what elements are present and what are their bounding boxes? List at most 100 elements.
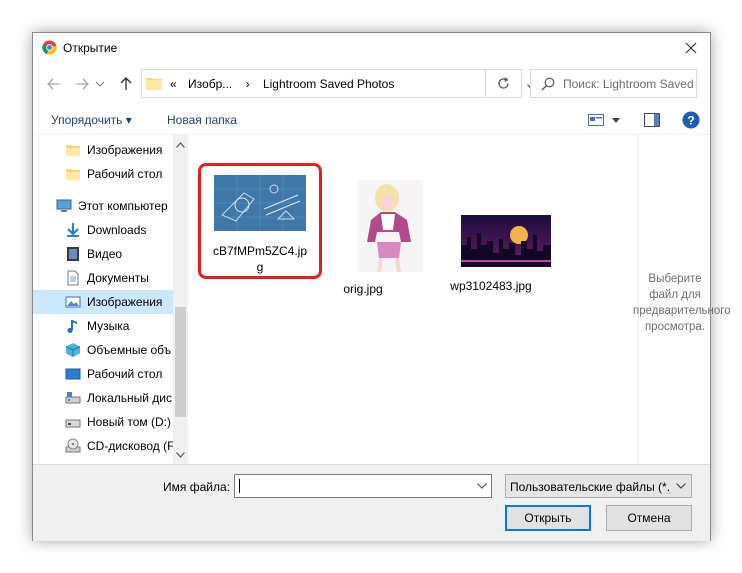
forward-button[interactable]: [71, 73, 93, 95]
title-bar: Открытие: [33, 33, 710, 63]
folder-icon: [146, 78, 162, 90]
sidebar-item-label: Объемные объ: [87, 343, 172, 357]
folder-icon: [66, 169, 80, 180]
dialog-footer: Имя файла: Пользовательские файлы (*.jf …: [33, 464, 710, 541]
document-icon: [67, 270, 79, 286]
recent-locations-button[interactable]: [93, 73, 107, 95]
svg-text:?: ?: [687, 114, 694, 128]
filename-label: Имя файла:: [163, 480, 230, 494]
video-icon: [67, 247, 79, 261]
pictures-icon: [65, 296, 81, 308]
cancel-button[interactable]: Отмена: [606, 505, 692, 531]
close-icon: [685, 42, 697, 54]
sidebar-item-videos[interactable]: Видео: [33, 242, 173, 266]
file-item[interactable]: cB7fMPm5ZC4.jpg: [200, 175, 320, 275]
preview-pane: Выберите файл для предварительного просм…: [633, 135, 731, 464]
sidebar-item-label: Изображения: [87, 295, 163, 309]
filetype-value: Пользовательские файлы (*.jf: [510, 480, 670, 494]
chevron-down-icon: [176, 451, 185, 458]
command-toolbar: Упорядочить ▾ Новая папка ?: [33, 105, 710, 135]
sidebar-item-label: Этот компьютер: [78, 199, 168, 213]
sidebar-item-local-disk[interactable]: Локальный дис: [33, 386, 173, 410]
scroll-up-button[interactable]: [173, 137, 188, 152]
preview-pane-icon[interactable]: [644, 113, 660, 127]
sidebar-item-desktop-quick[interactable]: Рабочий стол: [33, 162, 173, 186]
sidebar-item-label: Изображения: [87, 143, 163, 157]
sidebar-item-volume-d[interactable]: Новый том (D:): [33, 410, 173, 434]
help-icon[interactable]: ?: [682, 111, 700, 129]
sidebar-item-label: Документы: [87, 271, 149, 285]
download-icon: [67, 223, 79, 237]
search-input[interactable]: Поиск: Lightroom Saved Ph...: [563, 77, 695, 91]
sidebar-item-label: CD-дисковод (F: [87, 439, 173, 453]
sidebar-item-label: Видео: [87, 247, 123, 261]
sidebar-item-documents[interactable]: Документы: [33, 266, 173, 290]
arrow-right-icon: [76, 78, 89, 90]
window-title: Открытие: [63, 41, 118, 55]
folder-icon: [66, 145, 80, 156]
sidebar-item-pictures[interactable]: Изображения: [33, 290, 173, 314]
refresh-icon: [498, 77, 509, 89]
breadcrumb-item-pictures[interactable]: Изобр...: [188, 77, 232, 91]
view-controls: ?: [588, 109, 700, 131]
file-item[interactable]: orig.jpg: [330, 180, 450, 297]
chevron-down-icon: [96, 81, 104, 87]
refresh-button[interactable]: [486, 69, 522, 98]
sidebar-scrollbar[interactable]: [173, 135, 188, 464]
organize-menu[interactable]: Упорядочить ▾: [51, 113, 132, 127]
up-button[interactable]: [115, 73, 137, 95]
search-icon: [541, 77, 555, 91]
music-icon: [67, 320, 77, 333]
drive-icon: [65, 392, 81, 404]
breadcrumb-item-current[interactable]: Lightroom Saved Photos: [263, 77, 394, 91]
sidebar-item-label: Новый том (D:): [87, 415, 171, 429]
sidebar-item-3d-objects[interactable]: Объемные объ: [33, 338, 173, 362]
breadcrumb-separator[interactable]: ›: [246, 77, 250, 91]
navigation-pane: Изображения Рабочий стол Этот компьютер …: [33, 135, 188, 464]
search-box[interactable]: Поиск: Lightroom Saved Ph...: [530, 69, 697, 98]
filename-input[interactable]: [234, 474, 492, 498]
change-view-button[interactable]: [588, 114, 620, 126]
cd-drive-icon: [65, 438, 81, 453]
arrow-up-icon: [120, 77, 132, 90]
arrow-left-icon: [47, 78, 60, 90]
scroll-thumb[interactable]: [175, 307, 186, 417]
back-button[interactable]: [43, 73, 65, 95]
breadcrumb-overflow[interactable]: «: [170, 77, 177, 91]
scroll-down-button[interactable]: [173, 447, 188, 462]
file-name: cB7fMPm5ZC4.jpg: [212, 244, 308, 274]
chevron-down-icon: [676, 483, 686, 489]
open-file-dialog: Открытие « Изобр... › Lightroom Saved Ph…: [32, 32, 731, 541]
sidebar-item-this-pc[interactable]: Этот компьютер: [33, 194, 173, 218]
view-options-icon: [588, 114, 604, 126]
sidebar-item-desktop[interactable]: Рабочий стол: [33, 362, 173, 386]
3d-objects-icon: [65, 343, 81, 357]
chevron-down-icon: [612, 117, 620, 123]
sidebar-item-label: Downloads: [87, 223, 147, 237]
sidebar-item-downloads[interactable]: Downloads: [33, 218, 173, 242]
navigation-bar: « Изобр... › Lightroom Saved Photos Поис…: [33, 67, 710, 101]
portrait-thumbnail: [357, 180, 423, 273]
preview-placeholder-text: Выберите файл для предварительного просм…: [633, 273, 731, 333]
close-button[interactable]: [672, 33, 710, 63]
open-button[interactable]: Открыть: [505, 505, 591, 531]
breadcrumb: « Изобр... › Lightroom Saved Photos: [170, 77, 394, 91]
sidebar-item-music[interactable]: Музыка: [33, 314, 173, 338]
chrome-icon: [42, 40, 57, 55]
desktop-icon: [65, 368, 81, 380]
sidebar-item-label: Локальный дис: [87, 391, 172, 405]
chevron-down-icon[interactable]: [477, 483, 487, 489]
address-bar[interactable]: « Изобр... › Lightroom Saved Photos: [141, 69, 536, 98]
text-caret: [239, 479, 240, 493]
sidebar-item-label: Рабочий стол: [87, 367, 163, 381]
blueprint-thumbnail: [214, 175, 306, 231]
sidebar-item-label: Музыка: [87, 319, 130, 333]
new-folder-button[interactable]: Новая папка: [167, 113, 237, 127]
chevron-up-icon: [176, 141, 185, 148]
sidebar-item-cd-drive[interactable]: CD-дисковод (F: [33, 434, 173, 458]
file-item[interactable]: wp3102483.jpg: [446, 215, 566, 294]
file-list: cB7fMPm5ZC4.jpg orig.jpg wp3102483.jpg: [188, 135, 638, 464]
city-night-thumbnail: [461, 215, 551, 267]
sidebar-item-pictures-quick[interactable]: Изображения: [33, 138, 173, 162]
filetype-select[interactable]: Пользовательские файлы (*.jf: [505, 474, 692, 498]
